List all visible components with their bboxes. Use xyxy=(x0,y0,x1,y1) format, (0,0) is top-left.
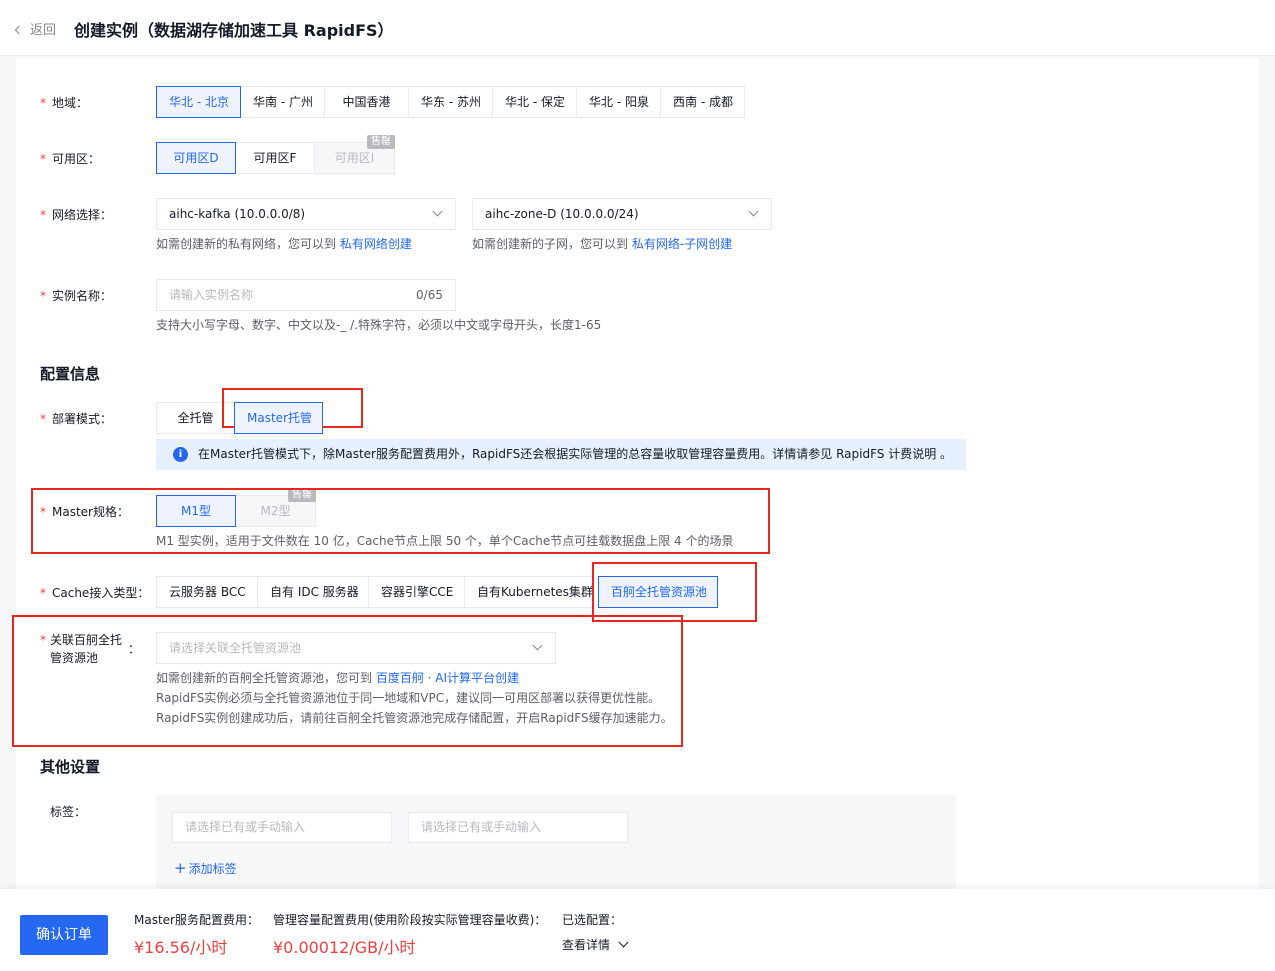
subnet-select[interactable]: aihc-zone-D (10.0.0.0/24) xyxy=(472,198,772,230)
tags-area: 请选择已有或手动输入 请选择已有或手动输入 + 添加标签 xyxy=(156,795,956,895)
back-button[interactable]: 返回 xyxy=(14,19,57,38)
form-panel xyxy=(16,58,1259,890)
region-option-beijing[interactable]: 华北 - 北京 xyxy=(156,86,241,118)
tag-value-input[interactable]: 请选择已有或手动输入 xyxy=(408,812,628,843)
page-title: 创建实例（数据湖存储加速工具 RapidFS） xyxy=(74,21,394,40)
highlight-master-spec xyxy=(31,488,770,554)
confirm-order-button[interactable]: 确认订单 xyxy=(20,915,108,955)
vpc-create-link[interactable]: 私有网络创建 xyxy=(340,237,412,251)
config-section-title: 配置信息 xyxy=(40,365,101,383)
deploy-mode-selector: 全托管 Master托管 xyxy=(156,402,323,434)
deploy-option-master[interactable]: Master托管 xyxy=(234,402,323,434)
view-detail-button[interactable]: 查看详情 xyxy=(562,936,629,953)
cache-option-k8s[interactable]: 自有Kubernetes集群 xyxy=(464,576,593,608)
zone-selector: 可用区D 可用区F 可用区I 售罄 xyxy=(156,135,395,174)
subnet-create-link[interactable]: 私有网络-子网创建 xyxy=(632,237,732,251)
zone-option-d[interactable]: 可用区D xyxy=(156,142,236,174)
chevron-down-icon xyxy=(748,206,759,217)
zone-label: * 可用区： xyxy=(40,152,101,166)
top-bar: 返回 创建实例（数据湖存储加速工具 RapidFS） xyxy=(0,0,1275,56)
region-option-chengdu[interactable]: 西南 - 成都 xyxy=(660,86,745,118)
soldout-badge: 售罄 xyxy=(367,135,395,149)
deploy-info-banner: i 在Master托管模式下，除Master服务配置费用外，RapidFS还会根… xyxy=(156,439,966,470)
instance-name-input[interactable]: 请输入实例名称 0/65 xyxy=(156,279,456,311)
region-option-baoding[interactable]: 华北 - 保定 xyxy=(492,86,577,118)
cache-option-cce[interactable]: 容器引擎CCE xyxy=(368,576,465,608)
chevron-left-icon xyxy=(14,25,24,35)
network-label: * 网络选择： xyxy=(40,208,113,222)
subnet-hint: 如需创建新的子网，您可以到 私有网络-子网创建 xyxy=(472,237,733,251)
cache-type-label: * Cache接入类型： xyxy=(40,586,150,600)
region-selector: 华北 - 北京 华南 - 广州 中国香港 华东 - 苏州 华北 - 保定 华北 … xyxy=(156,86,745,118)
add-tag-button[interactable]: + 添加标签 xyxy=(174,859,237,877)
region-option-suzhou[interactable]: 华东 - 苏州 xyxy=(408,86,493,118)
char-counter: 0/65 xyxy=(416,288,443,302)
plus-icon: + xyxy=(174,859,187,877)
deploy-mode-label: * 部署模式： xyxy=(40,412,113,426)
info-icon: i xyxy=(173,447,188,462)
cache-type-selector: 云服务器 BCC 自有 IDC 服务器 容器引擎CCE 自有Kubernetes… xyxy=(156,576,718,608)
vpc-hint: 如需创建新的私有网络，您可以到 私有网络创建 xyxy=(156,237,412,251)
master-spec-m1[interactable]: M1型 xyxy=(156,495,236,527)
cache-option-idc[interactable]: 自有 IDC 服务器 xyxy=(257,576,369,608)
capacity-fee-value: ¥0.00012/GB/小时 xyxy=(273,938,416,957)
order-footer: 确认订单 Master服务配置费用： ¥16.56/小时 管理容量配置费用(使用… xyxy=(0,889,1275,971)
selected-config-label: 已选配置： xyxy=(562,913,623,927)
back-label: 返回 xyxy=(30,23,57,38)
master-fee-label: Master服务配置费用： xyxy=(134,913,259,927)
chevron-down-icon xyxy=(618,937,629,948)
highlight-resource-pool xyxy=(12,615,683,747)
region-option-hongkong[interactable]: 中国香港 xyxy=(324,86,409,118)
region-option-guangzhou[interactable]: 华南 - 广州 xyxy=(240,86,325,118)
tags-label: 标签： xyxy=(50,805,87,819)
region-label: * 地域： xyxy=(40,96,89,110)
vpc-select[interactable]: aihc-kafka (10.0.0.0/8) xyxy=(156,198,456,230)
master-fee-value: ¥16.56/小时 xyxy=(134,938,228,957)
tag-key-input[interactable]: 请选择已有或手动输入 xyxy=(172,812,392,843)
cache-option-bcc[interactable]: 云服务器 BCC xyxy=(156,576,258,608)
capacity-fee-label: 管理容量配置费用(使用阶段按实际管理容量收费)： xyxy=(273,913,547,927)
chevron-down-icon xyxy=(432,206,443,217)
region-option-yangquan[interactable]: 华北 - 阳泉 xyxy=(576,86,661,118)
instance-name-label: * 实例名称： xyxy=(40,289,113,303)
zone-option-i: 可用区I 售罄 xyxy=(314,135,395,174)
cache-option-baige[interactable]: 百舸全托管资源池 xyxy=(598,576,718,608)
other-section-title: 其他设置 xyxy=(40,758,101,776)
zone-option-f[interactable]: 可用区F xyxy=(235,142,315,174)
instance-name-hint: 支持大小写字母、数字、中文以及-_ /.特殊字符，必须以中文或字母开头，长度1-… xyxy=(156,318,602,332)
